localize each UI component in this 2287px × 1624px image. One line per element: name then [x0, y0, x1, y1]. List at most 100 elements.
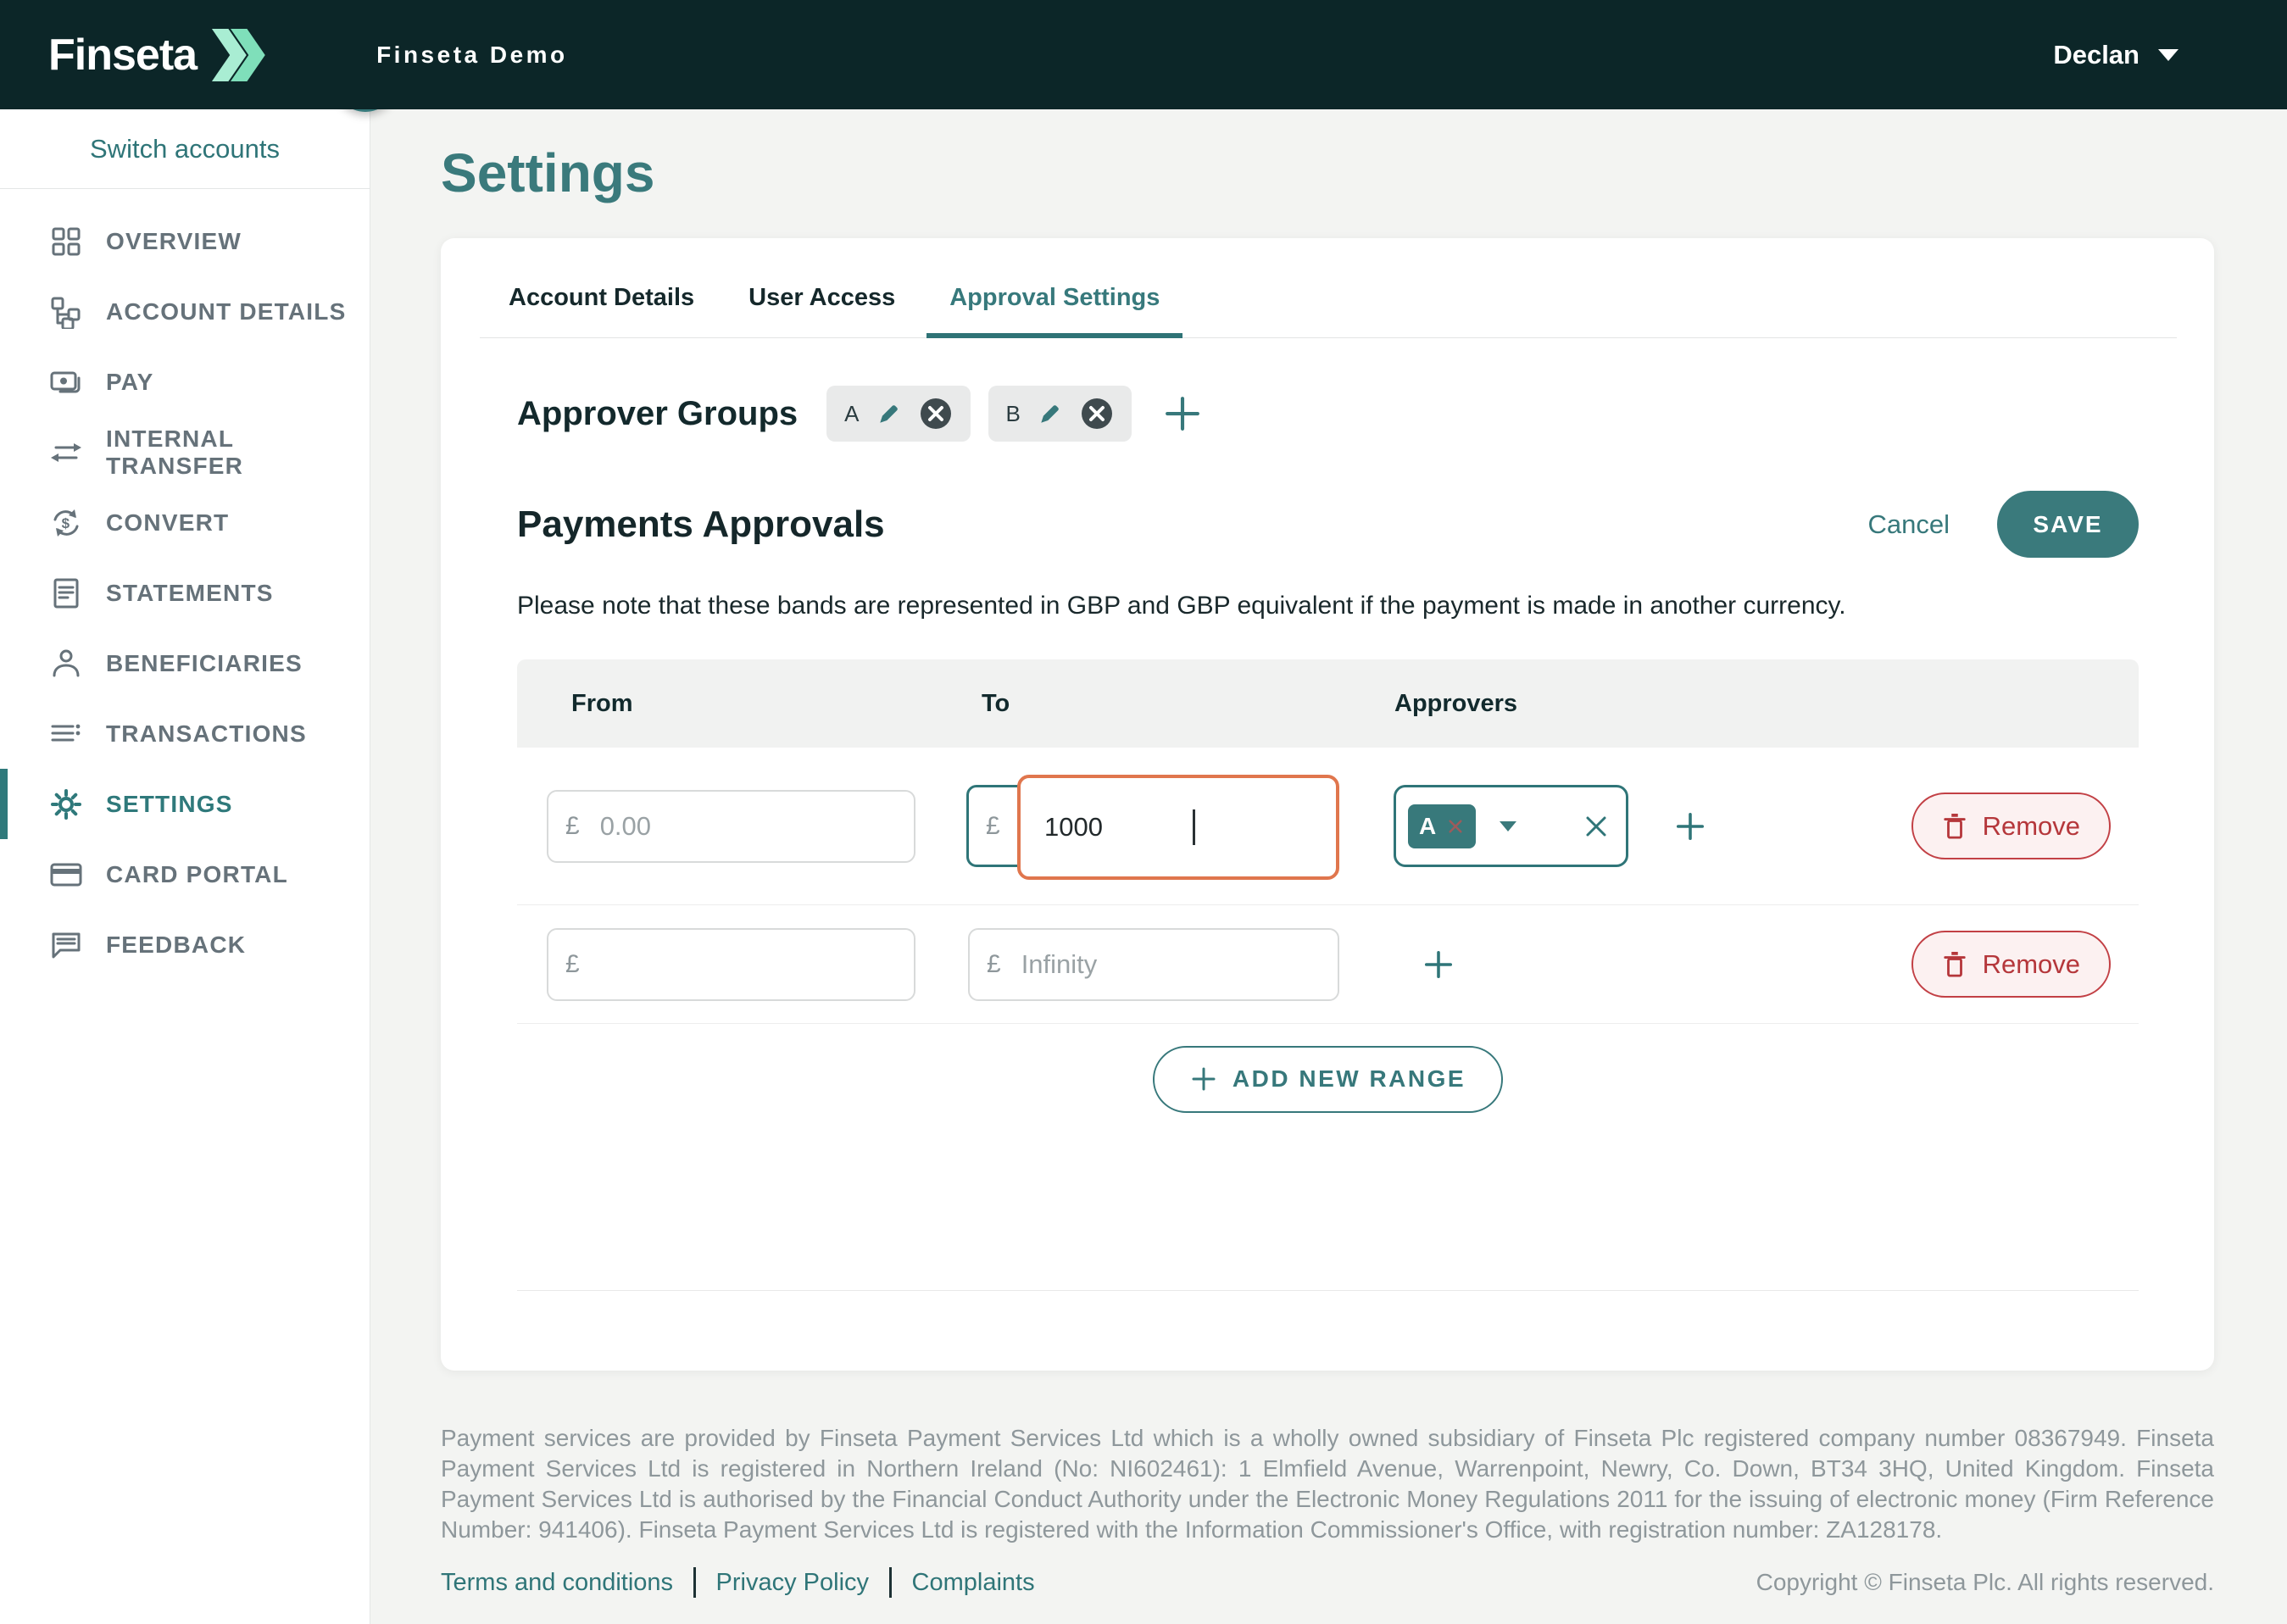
- sidebar-item-account-details[interactable]: ACCOUNT DETAILS: [0, 276, 370, 347]
- sidebar-item-overview[interactable]: OVERVIEW: [0, 206, 370, 276]
- approver-chip-label: A: [1419, 813, 1436, 840]
- add-approver-button[interactable]: [1422, 948, 1455, 981]
- from-amount-input[interactable]: [600, 949, 897, 980]
- group-name: A: [844, 401, 859, 427]
- sidebar-item-card-portal[interactable]: CARD PORTAL: [0, 839, 370, 909]
- list-icon: [49, 717, 83, 751]
- add-approver-button[interactable]: [1674, 810, 1706, 843]
- x-icon: [1583, 814, 1609, 839]
- add-new-range-label: ADD NEW RANGE: [1233, 1065, 1466, 1093]
- credit-card-icon: [49, 858, 83, 892]
- switch-accounts-link[interactable]: Switch accounts: [0, 109, 370, 189]
- sidebar-item-feedback[interactable]: FEEDBACK: [0, 909, 370, 980]
- sidebar-item-pay[interactable]: PAY: [0, 347, 370, 417]
- gbp-note: Please note that these bands are represe…: [517, 592, 2139, 620]
- arrows-left-right-icon: [49, 436, 83, 470]
- sidebar-item-label: STATEMENTS: [106, 580, 274, 607]
- chip-remove-icon[interactable]: [1446, 817, 1465, 836]
- workspace-name: Finseta Demo: [376, 42, 568, 69]
- cancel-button[interactable]: Cancel: [1868, 509, 1950, 540]
- banknote-icon: [49, 365, 83, 399]
- edit-group-button[interactable]: [1038, 401, 1063, 426]
- from-amount-input[interactable]: [600, 811, 897, 842]
- tab-approval-settings[interactable]: Approval Settings: [926, 284, 1182, 338]
- trash-icon: [1942, 950, 1967, 979]
- payments-approvals-row: Payments Approvals Cancel SAVE: [517, 491, 2139, 558]
- plus-icon: [1422, 948, 1455, 981]
- currency-symbol: £: [565, 950, 580, 979]
- approver-groups-row: Approver Groups A B: [517, 386, 2139, 442]
- trash-icon: [1942, 812, 1967, 841]
- sidebar-item-beneficiaries[interactable]: BENEFICIARIES: [0, 628, 370, 698]
- person-icon: [49, 647, 83, 681]
- from-amount-field[interactable]: £: [547, 790, 915, 863]
- org-chart-icon: [49, 295, 83, 329]
- privacy-policy-link[interactable]: Privacy Policy: [716, 1569, 870, 1597]
- pencil-icon: [876, 401, 902, 426]
- approvers-select[interactable]: A: [1394, 785, 1628, 867]
- currency-symbol: £: [986, 812, 1000, 841]
- sidebar-item-label: ACCOUNT DETAILS: [106, 298, 346, 325]
- user-name: Declan: [2053, 40, 2140, 70]
- sidebar-item-internal-transfer[interactable]: INTERNAL TRANSFER: [0, 417, 370, 487]
- sidebar-item-statements[interactable]: STATEMENTS: [0, 558, 370, 628]
- remove-range-button[interactable]: Remove: [1911, 931, 2111, 998]
- remove-range-button[interactable]: Remove: [1911, 793, 2111, 859]
- sidebar-item-settings[interactable]: SETTINGS: [0, 769, 370, 839]
- finseta-logo: Finseta: [0, 27, 268, 83]
- sidebar-item-convert[interactable]: $ CONVERT: [0, 487, 370, 558]
- to-amount-field: £: [966, 785, 1338, 867]
- terms-link[interactable]: Terms and conditions: [441, 1569, 673, 1597]
- group-name: B: [1006, 401, 1021, 427]
- edit-group-button[interactable]: [876, 401, 902, 426]
- to-amount-field[interactable]: £: [968, 928, 1339, 1001]
- from-amount-field[interactable]: £: [547, 928, 915, 1001]
- sidebar-item-transactions[interactable]: TRANSACTIONS: [0, 698, 370, 769]
- to-amount-input[interactable]: [1021, 949, 1321, 980]
- add-group-button[interactable]: [1164, 395, 1201, 432]
- sidebar-item-label: INTERNAL TRANSFER: [106, 425, 370, 480]
- circle-x-icon: [919, 397, 953, 431]
- to-amount-input[interactable]: [1044, 812, 1249, 843]
- column-header-from: From: [571, 690, 982, 718]
- table-row: £ £ Remove: [517, 905, 2139, 1024]
- sidebar-item-label: PAY: [106, 369, 154, 396]
- divider: [693, 1567, 696, 1598]
- plus-icon: [1164, 395, 1201, 432]
- column-header-to: To: [982, 690, 1394, 718]
- currency-symbol: £: [565, 812, 580, 841]
- logo-chevrons-icon: [209, 27, 268, 83]
- legal-text: Payment services are provided by Finseta…: [441, 1423, 2214, 1545]
- logo-text: Finseta: [48, 30, 197, 81]
- tab-bar: Account Details User Access Approval Set…: [480, 284, 2177, 338]
- gear-icon: [49, 787, 83, 821]
- save-button[interactable]: SAVE: [1997, 491, 2139, 558]
- remove-label: Remove: [1983, 811, 2080, 842]
- sidebar-item-label: OVERVIEW: [106, 228, 242, 255]
- text-cursor: [1193, 809, 1195, 845]
- select-caret-icon[interactable]: [1500, 821, 1516, 831]
- chat-bubble-icon: [49, 928, 83, 962]
- pencil-icon: [1038, 401, 1063, 426]
- tab-account-details[interactable]: Account Details: [486, 284, 717, 337]
- approval-settings-content: Approver Groups A B: [517, 386, 2139, 1291]
- delete-group-button[interactable]: [1080, 397, 1114, 431]
- complaints-link[interactable]: Complaints: [912, 1569, 1035, 1597]
- plus-icon: [1190, 1065, 1217, 1093]
- tab-user-access[interactable]: User Access: [726, 284, 918, 337]
- add-new-range-button[interactable]: ADD NEW RANGE: [1153, 1046, 1503, 1113]
- sidebar-item-label: BENEFICIARIES: [106, 650, 303, 677]
- to-amount-focused-input[interactable]: [1017, 775, 1339, 880]
- user-menu[interactable]: Declan: [2053, 40, 2178, 70]
- select-clear-button[interactable]: [1583, 814, 1609, 839]
- approval-ranges-table: From To Approvers £ £: [517, 659, 2139, 1291]
- plus-icon: [1674, 810, 1706, 843]
- table-row: £ £ A: [517, 748, 2139, 905]
- copyright-text: Copyright © Finseta Plc. All rights rese…: [1756, 1569, 2214, 1596]
- currency-exchange-icon: $: [49, 506, 83, 540]
- grid-icon: [49, 225, 83, 259]
- remove-label: Remove: [1983, 949, 2080, 980]
- delete-group-button[interactable]: [919, 397, 953, 431]
- approver-group-chip-a: A: [826, 386, 970, 442]
- table-empty-area: [517, 1134, 2139, 1291]
